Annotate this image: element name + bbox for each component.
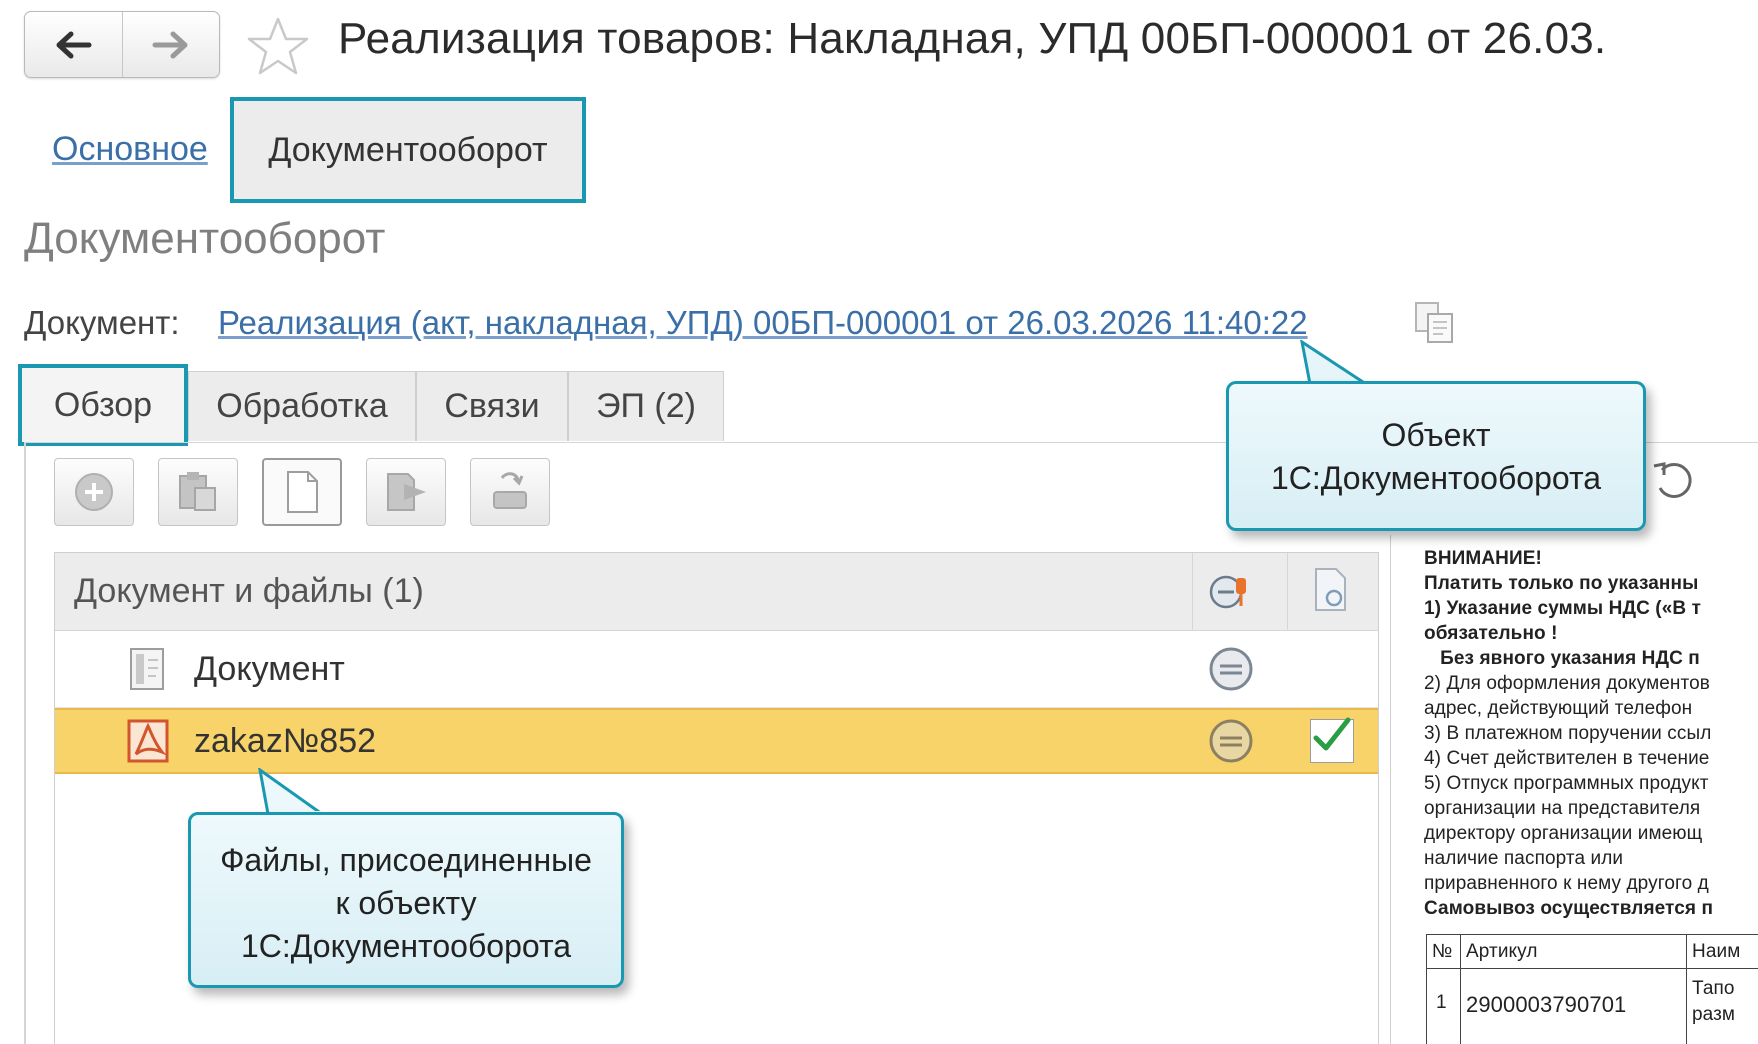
table-header-number: №: [1432, 941, 1453, 962]
document-icon: [130, 648, 164, 690]
table-cell-article: 2900003790701: [1466, 992, 1627, 1017]
star-icon[interactable]: [246, 15, 310, 79]
tab-main[interactable]: Основное: [52, 130, 208, 169]
tab-overview[interactable]: Обзор: [18, 364, 188, 446]
preview-line: организации на представителя: [1424, 798, 1701, 819]
forward-button[interactable]: [121, 12, 220, 77]
scanner-icon: [493, 472, 527, 509]
new-document-icon: [287, 471, 318, 513]
signature-key-icon[interactable]: [1206, 568, 1256, 614]
preview-line: директору организации имеющ: [1424, 823, 1703, 844]
callout-text: Объект 1С:Документооборота: [1270, 417, 1602, 496]
table-rule: [1686, 934, 1687, 1044]
undo-icon[interactable]: [1650, 458, 1696, 504]
new-document-button[interactable]: [262, 458, 342, 526]
send-button[interactable]: [366, 458, 446, 526]
callout-pointer: [258, 768, 327, 816]
copy-icon[interactable]: [1412, 300, 1458, 346]
callout-object: Объект 1С:Документооборота: [1226, 381, 1646, 531]
file-preview-icon[interactable]: [1310, 566, 1350, 614]
scan-button[interactable]: [470, 458, 550, 526]
preview-line: приравненного к нему другого д: [1424, 873, 1709, 894]
add-button[interactable]: [54, 458, 134, 526]
add-icon: [75, 473, 113, 511]
list-item-label: zakaz№852: [194, 722, 377, 760]
preview-line: 3) В платежном поручении ссыл: [1424, 723, 1712, 744]
checkmark-icon: [1313, 717, 1351, 751]
pdf-icon: [127, 719, 169, 763]
preview-line: обязательно !: [1424, 623, 1558, 644]
arrow-right-icon: [152, 31, 188, 58]
page-title: Реализация товаров: Накладная, УПД 00БП-…: [338, 14, 1607, 63]
tab-links[interactable]: Связи: [416, 371, 568, 441]
preview-line: ВНИМАНИЕ!: [1424, 548, 1542, 569]
preview-line: 5) Отпуск программных продукт: [1424, 773, 1709, 794]
send-icon: [387, 473, 426, 511]
table-header-article: Артикул: [1466, 941, 1538, 962]
include-checkbox[interactable]: [1310, 717, 1354, 763]
table-cell-number: 1: [1436, 992, 1447, 1013]
preview-line: Платить только по указанны: [1424, 573, 1699, 594]
table-rule: [1426, 968, 1758, 969]
callout-text: Файлы, присоединенные к объекту 1С:Докум…: [220, 842, 592, 964]
paste-icon: [179, 472, 216, 511]
list-header-title: Документ и файлы (1): [74, 572, 424, 610]
preview-line: 2) Для оформления документов: [1424, 673, 1710, 694]
column-separator: [1287, 553, 1288, 631]
preview-line: адрес, действующий телефон: [1424, 698, 1693, 719]
tab-signatures[interactable]: ЭП (2): [568, 371, 724, 441]
status-circle-icon: [1209, 719, 1253, 763]
tab-processing[interactable]: Обработка: [188, 371, 416, 441]
list-item-label: Документ: [194, 650, 345, 688]
back-button[interactable]: [25, 12, 122, 77]
preview-line: 1) Указание суммы НДС («В т: [1424, 598, 1701, 619]
table-rule: [1460, 934, 1461, 1044]
callout-pointer: [1300, 340, 1372, 386]
document-label: Документ:: [24, 304, 180, 341]
preview-line: 4) Счет действителен в течение: [1424, 748, 1710, 769]
column-separator: [1192, 553, 1193, 631]
tab-docflow[interactable]: Документооборот: [230, 97, 586, 203]
paste-button[interactable]: [158, 458, 238, 526]
status-circle-icon: [1209, 647, 1253, 691]
navigation-buttons: [24, 11, 220, 78]
preview-line: Самовывоз осуществляется п: [1424, 898, 1714, 919]
preview-line: Без явного указания НДС п: [1424, 648, 1700, 669]
arrow-left-icon: [56, 31, 92, 58]
callout-files: Файлы, присоединенные к объекту 1С:Докум…: [188, 812, 624, 988]
document-link[interactable]: Реализация (акт, накладная, УПД) 00БП-00…: [218, 304, 1308, 342]
table-cell-name: Тапо: [1692, 978, 1735, 999]
table-header-name: Наим: [1692, 941, 1741, 962]
preview-line: наличие паспорта или: [1424, 848, 1624, 869]
section-title: Документооборот: [24, 214, 386, 263]
table-cell-name: разм: [1692, 1004, 1736, 1025]
